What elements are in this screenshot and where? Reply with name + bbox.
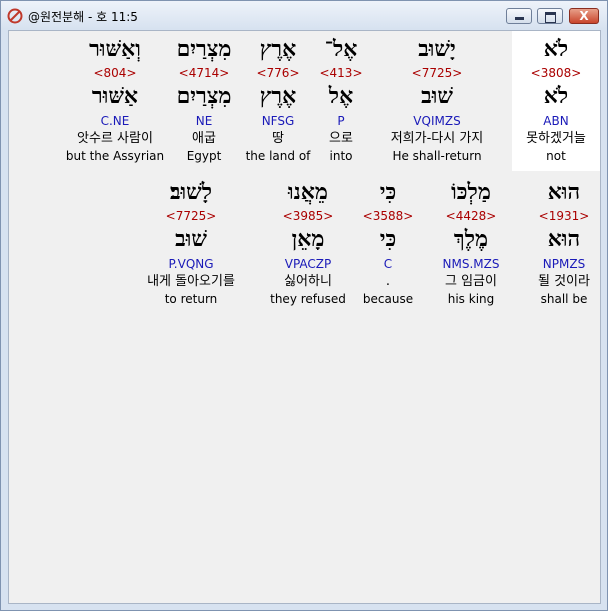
korean-gloss: 앗수르 사람이	[77, 131, 153, 146]
hebrew-word: אֶרֶץ	[259, 36, 297, 62]
verse-line-1: לֹא <3808> לֹא ABN 못하겠거늘 not יָשׁוּב <7725> שׁוּ…	[64, 31, 600, 171]
parsing-code: P	[337, 114, 345, 128]
english-gloss: shall be	[540, 292, 588, 306]
verse-line-2: הוּא <1931> הוּא NPMZS 될 것이라 shall be מַלְכּוֹ…	[130, 174, 600, 314]
english-gloss: his king	[447, 292, 495, 306]
parsing-code: NE	[195, 114, 213, 128]
english-gloss: they refused	[270, 292, 346, 306]
strong-number: <4714>	[178, 66, 230, 80]
english-gloss: because	[362, 292, 414, 306]
word-cell[interactable]: אֶל־ <413> אֶל P 으로 into	[319, 31, 363, 171]
maximize-icon	[545, 12, 556, 23]
word-cell[interactable]: כִּי <3588> כִּי C. because	[362, 174, 414, 314]
word-cell[interactable]: וְאַשּׁוּר <804> אַשּׁוּר C.NE 앗수르 사람이 but th…	[64, 31, 166, 171]
strong-number: <3985>	[282, 209, 334, 223]
word-cell[interactable]: יָשׁוּב <7725> שׁוּב VQIMZS 저희가-다시 가지 He shal…	[372, 31, 502, 171]
word-cell[interactable]: מַלְכּוֹ <4428> מֶלֶךְ NMS.MZS 그 임금이 his king	[425, 174, 517, 314]
korean-gloss: 싫어하니	[284, 274, 332, 289]
strong-number: <7725>	[411, 66, 463, 80]
english-gloss: but the Assyrian	[65, 149, 165, 163]
korean-gloss: .	[385, 274, 391, 289]
korean-gloss: 으로	[329, 131, 353, 146]
parsing-code: NMS.MZS	[442, 257, 500, 271]
korean-gloss: 못하겠거늘	[526, 131, 586, 146]
window-title: @원전분해 - 호 11:5	[28, 10, 138, 24]
lexical-form: אֶל	[328, 83, 354, 109]
lexical-form: שׁוּב	[175, 226, 207, 252]
korean-gloss: 땅	[272, 131, 284, 146]
parsing-code: VPACZP	[284, 257, 332, 271]
lexical-form: הוּא	[547, 226, 581, 252]
lexical-form: אַשּׁוּר	[91, 83, 139, 109]
maximize-button[interactable]	[537, 8, 563, 24]
english-gloss: the land of	[245, 149, 311, 163]
korean-gloss: 저희가-다시 가지	[390, 131, 484, 146]
lexical-form: מִצְרַיִם	[176, 83, 232, 109]
english-gloss: not	[546, 149, 566, 163]
strong-number: <413>	[319, 66, 363, 80]
hebrew-word: מֵאֲנוּ	[288, 179, 328, 205]
lexical-form: לֹא	[543, 83, 569, 109]
word-cell[interactable]: לָשׁוּב׃ <7725> שׁוּב P.VQNG 내게 돌아오기를 to retu…	[130, 174, 252, 314]
word-cell[interactable]: מִצְרַיִם <4714> מִצְרַיִם NE 애굽 Egypt	[173, 31, 235, 171]
app-window: @원전분해 - 호 11:5 X לֹא <3808> לֹא ABN 못하겠거늘 not…	[0, 0, 608, 611]
korean-gloss: 애굽	[192, 131, 216, 146]
korean-gloss: 그 임금이	[445, 274, 497, 289]
close-button[interactable]: X	[569, 8, 599, 24]
word-cell[interactable]: אֶרֶץ <776> אֶרֶץ NFSG 땅 the land of	[239, 31, 317, 171]
korean-gloss: 될 것이라	[538, 274, 590, 289]
english-gloss: He shall-return	[392, 149, 482, 163]
hebrew-word: הוּא	[547, 179, 581, 205]
english-gloss: into	[329, 149, 353, 163]
strong-number: <3588>	[362, 209, 414, 223]
parsing-code: VQIMZS	[413, 114, 461, 128]
english-gloss: Egypt	[186, 149, 222, 163]
hebrew-word: אֶל־	[324, 36, 358, 62]
hebrew-word: לָשׁוּב׃	[169, 179, 213, 205]
lexical-form: כִּי	[379, 226, 397, 252]
korean-gloss: 내게 돌아오기를	[147, 274, 235, 289]
interlinear-panel: לֹא <3808> לֹא ABN 못하겠거늘 not יָשׁוּב <7725> שׁוּ…	[8, 30, 601, 604]
strong-number: <804>	[93, 66, 137, 80]
word-cell[interactable]: הוּא <1931> הוּא NPMZS 될 것이라 shall be	[528, 174, 600, 314]
hebrew-word: וְאַשּׁוּר	[89, 36, 141, 62]
minimize-button[interactable]	[506, 8, 532, 24]
strong-number: <1931>	[538, 209, 590, 223]
title-bar[interactable]: @원전분해 - 호 11:5 X	[1, 1, 607, 29]
strong-number: <7725>	[165, 209, 217, 223]
parsing-code: ABN	[543, 114, 569, 128]
strong-number: <776>	[256, 66, 300, 80]
lexical-form: אֶרֶץ	[259, 83, 297, 109]
lexical-form: מֶלֶךְ	[453, 226, 489, 252]
word-cell[interactable]: לֹא <3808> לֹא ABN 못하겠거늘 not	[512, 31, 600, 171]
english-gloss: to return	[164, 292, 218, 306]
lexical-form: מָאֵן	[291, 226, 325, 252]
parsing-code: NFSG	[261, 114, 295, 128]
close-icon: X	[579, 9, 589, 23]
parsing-code: NPMZS	[542, 257, 586, 271]
strong-number: <3808>	[530, 66, 582, 80]
minimize-icon	[515, 17, 524, 20]
hebrew-word: מִצְרַיִם	[176, 36, 232, 62]
hebrew-word: לֹא	[543, 36, 569, 62]
word-cell[interactable]: מֵאֲנוּ <3985> מָאֵן VPACZP 싫어하니 they refused	[261, 174, 355, 314]
app-logo-icon	[7, 8, 23, 24]
hebrew-word: מַלְכּוֹ	[451, 179, 491, 205]
hebrew-word: כִּי	[379, 179, 397, 205]
strong-number: <4428>	[445, 209, 497, 223]
lexical-form: שׁוּב	[421, 83, 453, 109]
parsing-code: C	[383, 257, 393, 271]
parsing-code: C.NE	[100, 114, 130, 128]
hebrew-word: יָשׁוּב	[418, 36, 456, 62]
parsing-code: P.VQNG	[168, 257, 214, 271]
